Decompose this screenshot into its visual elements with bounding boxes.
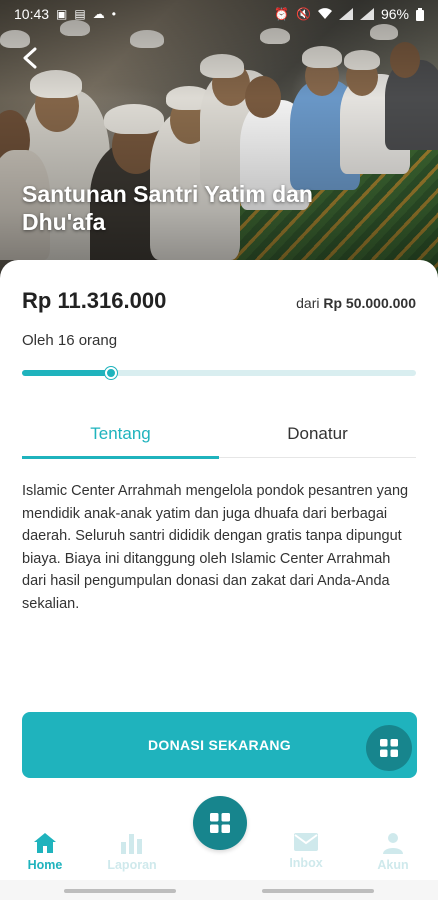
grid-icon [210, 813, 230, 833]
target-amount: Rp 50.000.000 [323, 295, 416, 311]
campaign-description: Islamic Center Arrahmah mengelola pondok… [22, 483, 409, 612]
hero-image [0, 0, 438, 280]
battery-icon [416, 7, 424, 21]
dot-icon: • [111, 7, 116, 21]
chevron-left-icon [23, 47, 37, 69]
tab-tentang[interactable]: Tentang [22, 418, 219, 459]
raised-amount: Rp 11.316.000 [22, 288, 167, 313]
status-time: 10:43 [14, 6, 50, 22]
mail-icon [294, 833, 318, 851]
bar-chart-icon [121, 834, 142, 854]
tab-bar: Tentang Donatur [22, 418, 416, 459]
grid-floating-button[interactable] [366, 725, 412, 771]
target-amount-text: dari Rp 50.000.000 [296, 295, 416, 311]
user-icon [383, 833, 403, 854]
donor-count: Oleh 16 orang [22, 332, 118, 349]
progress-bar [22, 367, 416, 379]
status-bar: 10:43 ▣ ▤ ☁ • ⏰ 🔇 96% [0, 0, 438, 28]
mute-icon: 🔇 [296, 7, 311, 21]
center-menu-button[interactable] [193, 796, 247, 850]
nav-akun[interactable]: Akun [358, 818, 428, 880]
cloud-icon: ☁ [92, 7, 105, 21]
alarm-icon: ⏰ [274, 7, 290, 21]
target-prefix: dari [296, 295, 320, 311]
grid-icon [380, 739, 398, 757]
wifi-icon [317, 8, 332, 19]
nav-akun-label: Akun [377, 858, 409, 872]
image-icon: ▣ [56, 7, 68, 21]
amount-row: Rp 11.316.000 dari Rp 50.000.000 [22, 288, 416, 314]
campaign-title: Santunan Santri Yatim dan Dhu'afa [22, 181, 313, 235]
nav-home-label: Home [27, 858, 63, 872]
progress-fill [22, 370, 112, 376]
nav-inbox-label: Inbox [289, 856, 323, 870]
home-icon [34, 833, 56, 853]
nav-laporan[interactable]: Laporan [97, 818, 167, 880]
signal-icon [338, 8, 353, 20]
sim-icon: ▤ [74, 7, 86, 21]
progress-knob [105, 367, 118, 379]
signal-icon [359, 8, 374, 20]
nav-home[interactable]: Home [10, 818, 80, 880]
nav-laporan-label: Laporan [107, 858, 157, 872]
system-gesture-indicator[interactable] [64, 889, 176, 893]
tab-donatur[interactable]: Donatur [219, 418, 416, 457]
system-gesture-indicator[interactable] [262, 889, 374, 893]
nav-inbox[interactable]: Inbox [271, 818, 341, 880]
hero-shade [0, 0, 438, 280]
donate-now-button[interactable]: DONASI SEKARANG [22, 712, 417, 778]
back-button[interactable] [16, 44, 44, 72]
battery-level: 96% [380, 6, 409, 22]
